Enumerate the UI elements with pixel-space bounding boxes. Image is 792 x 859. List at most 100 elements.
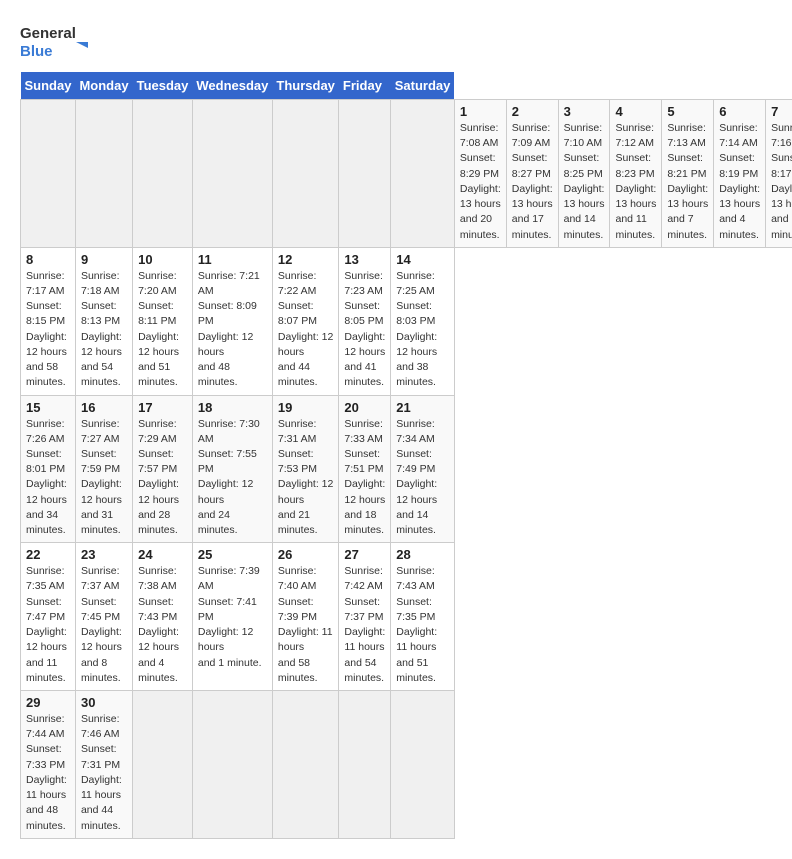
- calendar-week-5: 29 Sunrise: 7:44 AM Sunset: 7:33 PM Dayli…: [21, 691, 792, 839]
- day-info: Sunrise: 7:31 AM Sunset: 7:53 PM Dayligh…: [278, 417, 334, 539]
- day-info: Sunrise: 7:27 AM Sunset: 7:59 PM Dayligh…: [81, 417, 127, 539]
- calendar-cell: [75, 100, 132, 248]
- day-info: Sunrise: 7:39 AM Sunset: 7:41 PM Dayligh…: [198, 564, 267, 671]
- calendar-week-2: 8 Sunrise: 7:17 AM Sunset: 8:15 PM Daylig…: [21, 247, 792, 395]
- day-number: 20: [344, 400, 385, 415]
- calendar-cell: [133, 691, 193, 839]
- calendar-cell: 24 Sunrise: 7:38 AM Sunset: 7:43 PM Dayli…: [133, 543, 193, 691]
- day-number: 1: [460, 104, 501, 119]
- calendar-cell: 11Sunrise: 7:21 AM Sunset: 8:09 PM Dayli…: [192, 247, 272, 395]
- calendar-cell: 6Sunrise: 7:14 AM Sunset: 8:19 PM Daylig…: [714, 100, 766, 248]
- calendar-cell: 2Sunrise: 7:09 AM Sunset: 8:27 PM Daylig…: [506, 100, 558, 248]
- calendar-cell: 18 Sunrise: 7:30 AM Sunset: 7:55 PM Dayli…: [192, 395, 272, 543]
- calendar-cell: 10Sunrise: 7:20 AM Sunset: 8:11 PM Dayli…: [133, 247, 193, 395]
- calendar-cell: 15Sunrise: 7:26 AM Sunset: 8:01 PM Dayli…: [21, 395, 76, 543]
- day-number: 21: [396, 400, 449, 415]
- day-number: 28: [396, 547, 449, 562]
- calendar-week-3: 15Sunrise: 7:26 AM Sunset: 8:01 PM Dayli…: [21, 395, 792, 543]
- logo-svg: General Blue: [20, 20, 90, 62]
- svg-text:Blue: Blue: [20, 43, 53, 60]
- day-info: Sunrise: 7:08 AM Sunset: 8:29 PM Dayligh…: [460, 121, 501, 243]
- day-number: 11: [198, 252, 267, 267]
- day-info: Sunrise: 7:42 AM Sunset: 7:37 PM Dayligh…: [344, 564, 385, 686]
- header-monday: Monday: [75, 72, 132, 100]
- calendar-cell: [192, 100, 272, 248]
- calendar-cell: 13Sunrise: 7:23 AM Sunset: 8:05 PM Dayli…: [339, 247, 391, 395]
- calendar-cell: 16Sunrise: 7:27 AM Sunset: 7:59 PM Dayli…: [75, 395, 132, 543]
- calendar-cell: [391, 691, 455, 839]
- calendar-cell: 22 Sunrise: 7:35 AM Sunset: 7:47 PM Dayli…: [21, 543, 76, 691]
- day-number: 6: [719, 104, 760, 119]
- day-number: 24: [138, 547, 187, 562]
- calendar-cell: [272, 100, 339, 248]
- day-number: 13: [344, 252, 385, 267]
- calendar-cell: 29 Sunrise: 7:44 AM Sunset: 7:33 PM Dayli…: [21, 691, 76, 839]
- day-number: 18: [198, 400, 267, 415]
- day-number: 26: [278, 547, 334, 562]
- calendar-cell: 26 Sunrise: 7:40 AM Sunset: 7:39 PM Dayli…: [272, 543, 339, 691]
- day-number: 30: [81, 695, 127, 710]
- day-number: 2: [512, 104, 553, 119]
- day-info: Sunrise: 7:17 AM Sunset: 8:15 PM Dayligh…: [26, 269, 70, 391]
- day-number: 5: [667, 104, 708, 119]
- day-info: Sunrise: 7:30 AM Sunset: 7:55 PM Dayligh…: [198, 417, 267, 539]
- calendar-header-row: SundayMondayTuesdayWednesdayThursdayFrid…: [21, 72, 792, 100]
- day-info: Sunrise: 7:16 AM Sunset: 8:17 PM Dayligh…: [771, 121, 792, 243]
- day-number: 25: [198, 547, 267, 562]
- calendar-cell: [339, 691, 391, 839]
- day-number: 14: [396, 252, 449, 267]
- day-info: Sunrise: 7:35 AM Sunset: 7:47 PM Dayligh…: [26, 564, 70, 686]
- calendar-cell: [391, 100, 455, 248]
- day-number: 8: [26, 252, 70, 267]
- day-info: Sunrise: 7:43 AM Sunset: 7:35 PM Dayligh…: [396, 564, 449, 686]
- calendar-cell: 20 Sunrise: 7:33 AM Sunset: 7:51 PM Dayli…: [339, 395, 391, 543]
- calendar-table: SundayMondayTuesdayWednesdayThursdayFrid…: [20, 72, 792, 839]
- day-number: 12: [278, 252, 334, 267]
- day-info: Sunrise: 7:13 AM Sunset: 8:21 PM Dayligh…: [667, 121, 708, 243]
- calendar-cell: 14 Sunrise: 7:25 AM Sunset: 8:03 PM Dayli…: [391, 247, 455, 395]
- day-info: Sunrise: 7:18 AM Sunset: 8:13 PM Dayligh…: [81, 269, 127, 391]
- calendar-cell: 17Sunrise: 7:29 AM Sunset: 7:57 PM Dayli…: [133, 395, 193, 543]
- day-number: 19: [278, 400, 334, 415]
- calendar-week-4: 22 Sunrise: 7:35 AM Sunset: 7:47 PM Dayli…: [21, 543, 792, 691]
- day-info: Sunrise: 7:44 AM Sunset: 7:33 PM Dayligh…: [26, 712, 70, 834]
- day-info: Sunrise: 7:37 AM Sunset: 7:45 PM Dayligh…: [81, 564, 127, 686]
- calendar-cell: 21Sunrise: 7:34 AM Sunset: 7:49 PM Dayli…: [391, 395, 455, 543]
- calendar-cell: 3 Sunrise: 7:10 AM Sunset: 8:25 PM Daylig…: [558, 100, 610, 248]
- day-number: 3: [564, 104, 605, 119]
- calendar-cell: 9Sunrise: 7:18 AM Sunset: 8:13 PM Daylig…: [75, 247, 132, 395]
- day-number: 23: [81, 547, 127, 562]
- calendar-cell: 8 Sunrise: 7:17 AM Sunset: 8:15 PM Daylig…: [21, 247, 76, 395]
- day-info: Sunrise: 7:12 AM Sunset: 8:23 PM Dayligh…: [615, 121, 656, 243]
- calendar-week-1: 1 Sunrise: 7:08 AM Sunset: 8:29 PM Daylig…: [21, 100, 792, 248]
- day-info: Sunrise: 7:38 AM Sunset: 7:43 PM Dayligh…: [138, 564, 187, 686]
- header-thursday: Thursday: [272, 72, 339, 100]
- day-info: Sunrise: 7:33 AM Sunset: 7:51 PM Dayligh…: [344, 417, 385, 539]
- calendar-cell: 19 Sunrise: 7:31 AM Sunset: 7:53 PM Dayli…: [272, 395, 339, 543]
- day-number: 29: [26, 695, 70, 710]
- calendar-cell: 30 Sunrise: 7:46 AM Sunset: 7:31 PM Dayli…: [75, 691, 132, 839]
- calendar-cell: [133, 100, 193, 248]
- day-info: Sunrise: 7:10 AM Sunset: 8:25 PM Dayligh…: [564, 121, 605, 243]
- day-number: 27: [344, 547, 385, 562]
- calendar-cell: [339, 100, 391, 248]
- calendar-cell: 25 Sunrise: 7:39 AM Sunset: 7:41 PM Dayli…: [192, 543, 272, 691]
- calendar-cell: 1 Sunrise: 7:08 AM Sunset: 8:29 PM Daylig…: [454, 100, 506, 248]
- calendar-cell: [21, 100, 76, 248]
- day-info: Sunrise: 7:26 AM Sunset: 8:01 PM Dayligh…: [26, 417, 70, 539]
- calendar-cell: 27 Sunrise: 7:42 AM Sunset: 7:37 PM Dayli…: [339, 543, 391, 691]
- header-tuesday: Tuesday: [133, 72, 193, 100]
- calendar-cell: 5 Sunrise: 7:13 AM Sunset: 8:21 PM Daylig…: [662, 100, 714, 248]
- calendar-cell: 28 Sunrise: 7:43 AM Sunset: 7:35 PM Dayli…: [391, 543, 455, 691]
- day-number: 4: [615, 104, 656, 119]
- calendar-cell: [192, 691, 272, 839]
- day-info: Sunrise: 7:40 AM Sunset: 7:39 PM Dayligh…: [278, 564, 334, 686]
- page-header: General Blue: [20, 20, 772, 62]
- day-info: Sunrise: 7:46 AM Sunset: 7:31 PM Dayligh…: [81, 712, 127, 834]
- day-number: 7: [771, 104, 792, 119]
- calendar-cell: 23 Sunrise: 7:37 AM Sunset: 7:45 PM Dayli…: [75, 543, 132, 691]
- day-number: 22: [26, 547, 70, 562]
- day-number: 10: [138, 252, 187, 267]
- day-info: Sunrise: 7:22 AM Sunset: 8:07 PM Dayligh…: [278, 269, 334, 391]
- day-info: Sunrise: 7:25 AM Sunset: 8:03 PM Dayligh…: [396, 269, 449, 391]
